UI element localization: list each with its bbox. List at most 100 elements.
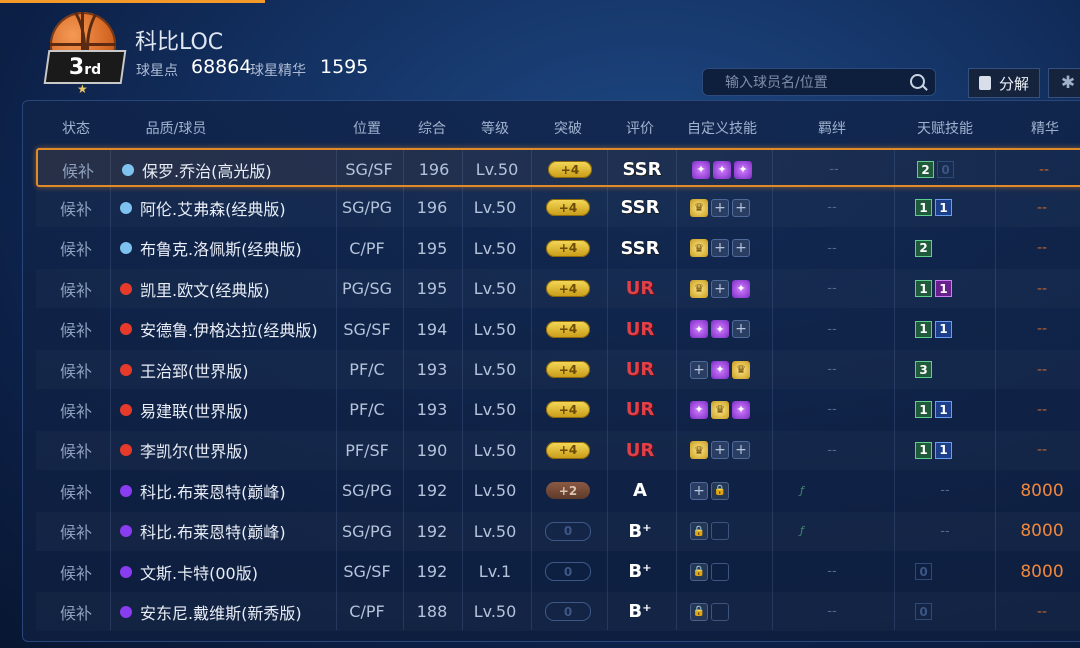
rating-cell: SSR [623,150,662,189]
talent-skills-cell: 0 [915,552,935,591]
rank-plate: 3rd [43,50,127,84]
table-row[interactable]: 候补 安德鲁.伊格达拉(经典版) SG/SF 194 Lv.50 +4 UR ✦ ✦ + -- 1 1-… [36,310,1080,349]
skill-icon: ♛ [690,279,708,298]
table-row[interactable]: 候补 科比.布莱恩特(巅峰) SG/PG 192 Lv.50 +2 A + 🔒 ƒ -- 8000 [36,471,1080,510]
level-cell: Lv.50 [473,602,517,622]
player-name-cell: 安德鲁.伊格达拉(经典版) [140,321,318,341]
essence-cell: -- [1036,199,1048,216]
header-rating: 评价 [626,121,654,137]
rank-badge: 3rd ★ [43,10,127,96]
add-skill-icon[interactable]: + [690,481,708,500]
player-cell: 文斯.卡特(00版) [120,552,258,591]
bond-cell: -- [827,200,837,216]
status-cell: 候补 [59,199,93,219]
table-row[interactable]: 候补 易建联(世界版) PF/C 193 Lv.50 +4 UR ✦ ♛ ✦ -- 1 1 -- [36,390,1080,429]
position-cell: PG/SG [342,279,392,299]
essence-cell: 8000 [1020,561,1064,582]
rating-cell: UR [626,269,654,308]
level-cell: Lv.50 [473,440,517,460]
custom-skills-cell: ♛ + + [690,229,753,268]
player-cell: 王治郅(世界版) [120,350,249,389]
search-input[interactable] [723,72,907,94]
rating-cell: SSR [621,229,660,268]
lock-icon: 🔒 [690,602,708,621]
add-skill-icon[interactable]: + [732,198,750,217]
player-name-cell: 安东尼.戴维斯(新秀版) [140,603,302,623]
talent-level-badge: 2 [915,239,932,257]
rating-cell: UR [626,310,654,349]
overall-cell: 192 [416,481,448,501]
essence-cell: 8000 [1020,480,1064,501]
talent-skills-cell: 2 [915,229,935,268]
talent-skills-cell: 11 [915,269,955,308]
table-row[interactable]: 候补 王治郅(世界版) PF/C 193 Lv.50 +4 UR + ✦ ♛ -- 3 -- [36,350,1080,389]
bond-cell: -- [827,402,837,418]
breakthrough-pill: +4 [546,280,590,298]
overall-cell: 195 [416,238,448,258]
header-overall: 综合 [418,121,446,137]
breakthrough-cell: 0 [545,552,591,591]
table-row[interactable]: 候补 文斯.卡特(00版) SG/SF 192 Lv.1 0 B⁺ 🔒 -- 0 8000 [36,552,1080,591]
table-row[interactable]: 候补 科比.布莱恩特(巅峰) SG/PG 192 Lv.50 0 B⁺ 🔒 ƒ -- 8000 [36,512,1080,551]
breakthrough-cell: 0 [545,592,591,631]
table-row[interactable]: 候补 阿伦.艾弗森(经典版) SG/PG 196 Lv.50 +4 SSR ♛ + + -- 1 1 -- [36,188,1080,227]
settings-button[interactable]: ✱ [1048,68,1080,98]
status-cell: 候补 [61,161,95,181]
player-cell: 科比.布莱恩特(巅峰) [120,512,286,551]
settings-icon: ✱ [1060,73,1076,93]
essence-cell: 8000 [1020,521,1064,542]
skill-icon: ♛ [690,441,708,460]
player-name-cell: 凯里.欧文(经典版) [140,280,270,300]
skill-icon: ✦ [692,160,710,179]
skill-icon: ✦ [711,320,729,339]
level-cell: Lv.50 [473,400,517,420]
add-skill-icon[interactable]: + [711,279,729,298]
talent-skills-cell: 0 [915,592,935,631]
table-row[interactable]: 候补 凯里.欧文(经典版) PG/SG 195 Lv.50 +4 UR ♛ + ✦ -- 1 1 -- [36,269,1080,308]
custom-skills-cell: ♛ + + [690,431,753,470]
header-position: 位置 [353,121,381,137]
header-quality-player: 品质/球员 [145,121,207,137]
bond-cell: -- [827,604,837,620]
status-cell: 候补 [59,523,93,543]
position-cell: PF/C [349,360,385,379]
add-skill-icon[interactable]: + [711,239,729,258]
add-skill-icon[interactable]: + [711,441,729,460]
essence-cell: -- [1036,240,1048,257]
custom-skills-cell: ♛ + ✦ [690,269,753,308]
table-row[interactable]: 候补 李凯尔(世界版) PF/SF 190 Lv.50 +4 UR ♛ + + -- 1 1 -- [36,431,1080,470]
talent-skills-cell: -- [940,483,950,499]
status-cell: 候补 [59,361,93,381]
add-skill-icon[interactable]: + [732,239,750,258]
table-row[interactable]: 候补 保罗.乔治(高光版) SG/SF 196 Lv.50 +4 SSR ✦ ✦ ✦ -- 2 0 -- [36,148,1080,187]
skill-icon: ♛ [690,239,708,258]
search-box[interactable] [702,68,936,96]
add-skill-icon[interactable]: + [732,320,750,339]
breakthrough-cell: +4 [546,390,590,429]
rating-grade: UR [625,439,655,461]
quality-dot-icon [120,201,132,214]
rank-number: 3 [68,54,85,80]
talent-skills-cell: 11 [915,390,955,429]
add-skill-icon[interactable]: + [732,441,750,460]
decompose-button[interactable]: 分解 [968,68,1040,98]
rank-suffix: rd [84,61,102,78]
quality-dot-icon [120,565,132,578]
table-row[interactable]: 候补 安东尼.戴维斯(新秀版) C/PF 188 Lv.50 0 B⁺ 🔒 -- 0 -- [36,592,1080,631]
search-icon[interactable] [910,74,925,89]
talent-level-badge: 1 [915,280,932,298]
talent-level-badge: 0 [915,563,932,580]
star-points-label: 球星点 [136,63,178,79]
table-row[interactable]: 候补 布鲁克.洛佩斯(经典版) C/PF 195 Lv.50 +4 SSR ♛ + + -- 2 -- [36,229,1080,268]
player-cell: 保罗.乔治(高光版) [122,150,272,189]
talent-skills-cell: 3 [915,350,935,389]
header-breakthrough: 突破 [554,121,582,137]
rating-cell: B⁺ [628,512,651,551]
bond-icon: ƒ [800,483,804,497]
add-skill-icon[interactable]: + [711,198,729,217]
talent-level-badge: 0 [915,603,932,621]
header-level: 等级 [481,121,509,137]
top-accent-line [0,0,265,3]
breakthrough-pill: 0 [545,521,591,541]
add-skill-icon[interactable]: + [690,360,708,379]
